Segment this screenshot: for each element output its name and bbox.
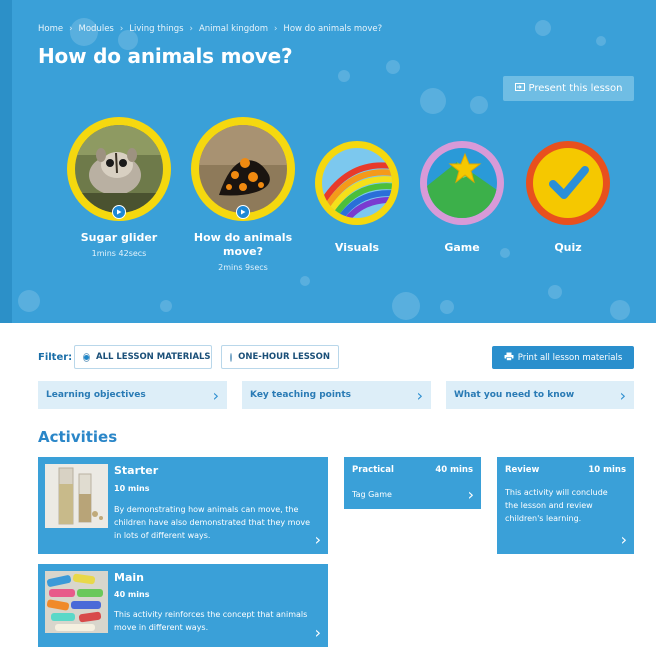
salamander-thumbnail [191,117,295,221]
breadcrumb-separator: › [69,24,73,34]
breadcrumb: Home › Modules › Living things › Animal … [38,24,382,34]
chevron-right-icon: › [314,530,321,549]
activity-card-practical[interactable]: Practical 40 mins Tag Game › [344,457,481,509]
breadcrumb-living-things[interactable]: Living things [129,24,183,34]
breadcrumb-separator: › [119,24,124,34]
decor-bubble [440,300,454,314]
activities-heading: Activities [38,428,118,446]
resource-quiz[interactable]: Quiz [526,141,610,255]
sugar-glider-photo [75,125,163,213]
activity-card-starter[interactable]: Starter 10 mins By demonstrating how ani… [38,457,328,554]
activity-title: Main [114,571,144,584]
decor-bubble [610,300,630,320]
decor-bubble [548,285,562,299]
game-thumbnail [420,141,504,225]
salamander-photo [199,125,287,213]
activity-duration: 10 mins [114,484,150,493]
breadcrumb-home[interactable]: Home [38,24,63,34]
activity-card-main[interactable]: Main 40 mins This activity reinforces th… [38,564,328,647]
chevron-right-icon: › [212,385,219,405]
present-lesson-button[interactable]: Present this lesson [503,76,634,101]
breadcrumb-separator: › [189,24,193,34]
filter-one-hour-lesson[interactable]: ONE-HOUR LESSON [221,345,339,369]
chevron-right-icon: › [620,530,627,549]
breadcrumb-current: How do animals move? [283,24,383,34]
decor-bubble [338,70,350,82]
activity-duration: 40 mins [435,465,473,475]
activity-card-review[interactable]: Review 10 mins This activity will conclu… [497,457,634,554]
radio-selected-icon [83,352,90,362]
decor-bubble [596,36,606,46]
decor-bubble [160,300,172,312]
resource-title: Quiz [554,241,582,254]
lesson-hero: Home › Modules › Living things › Animal … [0,0,656,323]
breadcrumb-animal-kingdom[interactable]: Animal kingdom [199,24,268,34]
activity-duration: 10 mins [588,465,626,475]
filter-option-label: ALL LESSON MATERIALS [96,352,211,362]
filter-option-label: ONE-HOUR LESSON [238,352,330,362]
hero-edge [0,0,12,323]
print-all-label: Print all lesson materials [517,352,623,363]
accordion-what-you-need-to-know[interactable]: What you need to know › [446,381,634,409]
sugar-glider-thumbnail [67,117,171,221]
activity-duration: 40 mins [114,590,150,599]
accordion-label: Learning objectives [46,390,146,400]
accordion-label: Key teaching points [250,390,351,400]
decor-bubble [420,88,446,114]
activity-item-tag-game[interactable]: Tag Game [352,488,392,501]
visuals-thumbnail [315,141,399,225]
present-icon [514,83,525,94]
decor-bubble [535,20,551,36]
resource-game[interactable]: Game [420,141,504,255]
checkmark-icon [533,148,603,218]
accordion-label: What you need to know [454,390,575,400]
resource-title: How do animals move? [193,231,293,258]
activity-description: This activity reinforces the concept tha… [114,610,308,632]
star-mountain-icon [427,148,497,218]
present-lesson-label: Present this lesson [528,83,623,94]
decor-bubble [300,276,310,286]
resource-title: Game [444,241,480,254]
decor-bubble [392,292,420,320]
resource-title: Sugar glider [80,231,158,244]
breadcrumb-modules[interactable]: Modules [79,24,114,34]
resource-sugar-glider[interactable]: Sugar glider 1mins 42secs [67,117,171,258]
resource-how-do-animals-move[interactable]: How do animals move? 2mins 9secs [191,117,295,272]
page-title: How do animals move? [38,44,293,68]
resource-duration: 2mins 9secs [218,263,268,272]
chevron-right-icon: › [314,623,321,642]
accordion-learning-objectives[interactable]: Learning objectives › [38,381,227,409]
radio-unselected-icon [230,352,233,362]
accordion-key-teaching-points[interactable]: Key teaching points › [242,381,431,409]
resource-duration: 1mins 42secs [91,249,147,258]
activity-description: This activity will conclude the lesson a… [505,488,608,523]
activity-title: Starter [114,464,159,477]
chevron-right-icon: › [416,385,423,405]
play-icon[interactable] [236,205,250,219]
resource-visuals[interactable]: Visuals [315,141,399,255]
starter-thumbnail [45,464,108,528]
quiz-thumbnail [526,141,610,225]
play-icon[interactable] [112,205,126,219]
resource-title: Visuals [334,241,380,254]
chevron-right-icon: › [619,385,626,405]
activity-description: By demonstrating how animals can move, t… [114,505,311,540]
activity-title: Practical [352,465,394,475]
chevron-right-icon: › [467,485,474,504]
print-all-button[interactable]: Print all lesson materials [492,346,634,369]
rainbow-icon [322,148,392,218]
decor-bubble [18,290,40,312]
printer-icon [504,352,514,364]
breadcrumb-separator: › [274,24,278,34]
main-thumbnail [45,571,108,633]
filter-all-materials[interactable]: ALL LESSON MATERIALS [74,345,212,369]
decor-bubble [470,96,488,114]
decor-bubble [386,60,400,74]
activity-title: Review [505,465,540,475]
filter-label: Filter: [38,352,73,363]
